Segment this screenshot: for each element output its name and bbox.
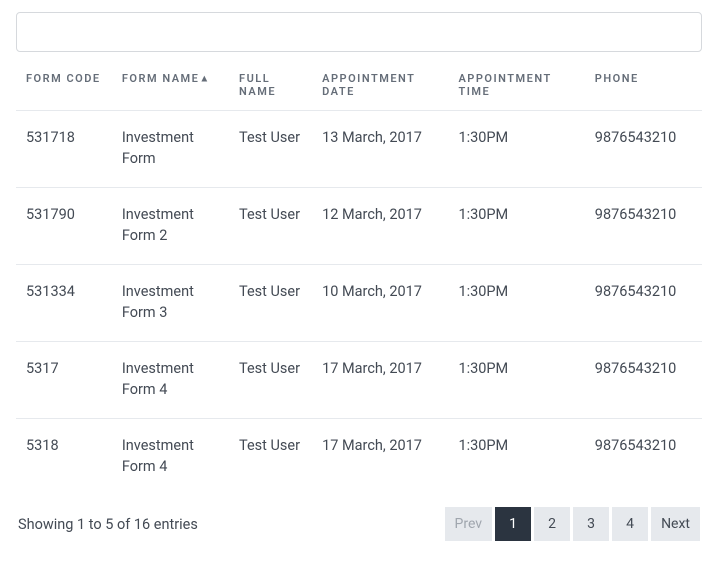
cell-full-name: Test User (229, 342, 312, 419)
cell-appointment-time: 1:30PM (448, 342, 584, 419)
col-header-phone[interactable]: PHONE (585, 62, 702, 111)
col-header-appointment-time[interactable]: APPOINTMENT TIME (448, 62, 584, 111)
cell-phone: 9876543210 (585, 188, 702, 265)
cell-appointment-date: 17 March, 2017 (312, 419, 448, 496)
table-row: 5317 Investment Form 4 Test User 17 Marc… (16, 342, 702, 419)
col-header-label: FORM CODE (26, 72, 101, 85)
col-header-label: PHONE (595, 72, 639, 85)
cell-phone: 9876543210 (585, 111, 702, 188)
cell-full-name: Test User (229, 419, 312, 496)
cell-appointment-date: 13 March, 2017 (312, 111, 448, 188)
page-1-button[interactable]: 1 (495, 507, 531, 541)
page-2-button[interactable]: 2 (534, 507, 570, 541)
page-prev-button[interactable]: Prev (445, 507, 493, 541)
cell-form-code: 531334 (16, 265, 112, 342)
col-header-label: APPOINTMENT DATE (322, 72, 415, 98)
table-row: 531790 Investment Form 2 Test User 12 Ma… (16, 188, 702, 265)
cell-appointment-time: 1:30PM (448, 265, 584, 342)
col-header-label: FORM NAME (122, 72, 200, 85)
cell-form-name: Investment Form 3 (112, 265, 229, 342)
cell-full-name: Test User (229, 188, 312, 265)
col-header-appointment-date[interactable]: APPOINTMENT DATE (312, 62, 448, 111)
col-header-form-name[interactable]: FORM NAME▲ (112, 62, 229, 111)
col-header-full-name[interactable]: FULL NAME (229, 62, 312, 111)
col-header-form-code[interactable]: FORM CODE (16, 62, 112, 111)
cell-phone: 9876543210 (585, 265, 702, 342)
cell-appointment-date: 17 March, 2017 (312, 342, 448, 419)
col-header-label: APPOINTMENT TIME (458, 72, 551, 98)
data-table: FORM CODE FORM NAME▲ FULL NAME APPOINTME… (16, 62, 702, 495)
col-header-label: FULL NAME (239, 72, 276, 98)
cell-form-code: 5317 (16, 342, 112, 419)
cell-appointment-date: 12 March, 2017 (312, 188, 448, 265)
cell-form-name: Investment Form 2 (112, 188, 229, 265)
cell-form-name: Investment Form (112, 111, 229, 188)
table-row: 531718 Investment Form Test User 13 Marc… (16, 111, 702, 188)
cell-full-name: Test User (229, 111, 312, 188)
cell-appointment-time: 1:30PM (448, 111, 584, 188)
cell-phone: 9876543210 (585, 419, 702, 496)
cell-appointment-time: 1:30PM (448, 188, 584, 265)
cell-appointment-date: 10 March, 2017 (312, 265, 448, 342)
table-row: 5318 Investment Form 4 Test User 17 Marc… (16, 419, 702, 496)
page-4-button[interactable]: 4 (612, 507, 648, 541)
cell-form-name: Investment Form 4 (112, 342, 229, 419)
page-3-button[interactable]: 3 (573, 507, 609, 541)
cell-form-code: 5318 (16, 419, 112, 496)
cell-form-code: 531718 (16, 111, 112, 188)
page-next-button[interactable]: Next (651, 507, 700, 541)
sort-asc-icon: ▲ (199, 74, 210, 85)
pagination: Prev 1 2 3 4 Next (442, 507, 701, 541)
cell-phone: 9876543210 (585, 342, 702, 419)
cell-full-name: Test User (229, 265, 312, 342)
cell-form-name: Investment Form 4 (112, 419, 229, 496)
table-info: Showing 1 to 5 of 16 entries (18, 516, 198, 533)
search-input[interactable] (16, 12, 702, 52)
table-row: 531334 Investment Form 3 Test User 10 Ma… (16, 265, 702, 342)
cell-form-code: 531790 (16, 188, 112, 265)
cell-appointment-time: 1:30PM (448, 419, 584, 496)
